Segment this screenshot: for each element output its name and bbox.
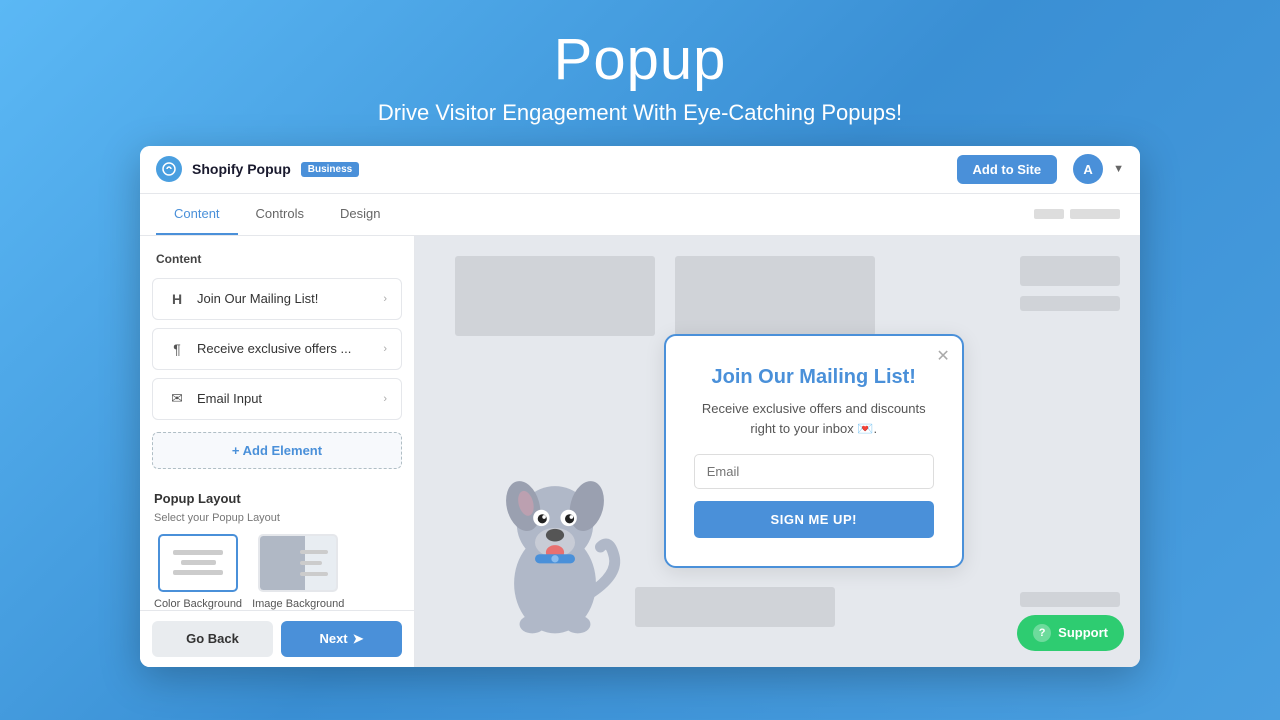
- image-preview-lines: [300, 550, 328, 576]
- heading-icon: H: [167, 289, 187, 309]
- layout-options: Color Background Image Backgroun: [154, 534, 400, 610]
- popup-layout-section: Popup Layout Select your Popup Layout Co…: [140, 477, 414, 610]
- popup-email-input[interactable]: [694, 454, 934, 489]
- bg-block-6: [635, 587, 835, 627]
- app-logo: [156, 156, 182, 182]
- hero-section: Popup Drive Visitor Engagement With Eye-…: [378, 0, 902, 146]
- popup-title: Join Our Mailing List!: [694, 366, 934, 389]
- add-element-button[interactable]: + Add Element: [152, 432, 402, 469]
- content-item-title-label: Join Our Mailing List!: [197, 291, 373, 306]
- sidebar-bottom-buttons: Go Back Next ➤: [140, 610, 414, 667]
- preview-line-3: [173, 570, 223, 575]
- content-item-title[interactable]: H Join Our Mailing List! ›: [152, 278, 402, 320]
- app-name: Shopify Popup: [192, 161, 291, 177]
- next-label: Next: [319, 631, 347, 646]
- popup-submit-button[interactable]: SIGN ME UP!: [694, 501, 934, 538]
- preview-line-2: [181, 560, 216, 565]
- bg-block-5: [1020, 592, 1120, 607]
- email-icon: ✉: [167, 389, 187, 409]
- sidebar: Content H Join Our Mailing List! › ¶ Rec…: [140, 236, 415, 667]
- image-background-label: Image Background: [252, 598, 344, 610]
- color-background-label: Color Background: [154, 598, 242, 610]
- tab-controls[interactable]: Controls: [238, 194, 322, 235]
- account-chevron-icon[interactable]: ▼: [1113, 163, 1124, 175]
- tabs-bar: Content Controls Design: [140, 194, 1140, 236]
- popup-modal: ✕ Join Our Mailing List! Receive exclusi…: [664, 334, 964, 568]
- hero-subtitle: Drive Visitor Engagement With Eye-Catchi…: [378, 100, 902, 126]
- content-item-email-chevron: ›: [383, 393, 387, 405]
- popup-close-button[interactable]: ✕: [936, 346, 949, 366]
- layout-option-color[interactable]: Color Background: [154, 534, 242, 610]
- dog-illustration: [475, 447, 635, 647]
- popup-layout-subtitle: Select your Popup Layout: [154, 512, 400, 524]
- image-background-preview: [258, 534, 338, 592]
- preview-line-1: [173, 550, 223, 555]
- content-item-chevron: ›: [383, 293, 387, 305]
- go-back-button[interactable]: Go Back: [152, 621, 273, 657]
- next-button[interactable]: Next ➤: [281, 621, 402, 657]
- content-item-text-label: Receive exclusive offers ...: [197, 341, 373, 356]
- paragraph-icon: ¶: [167, 339, 187, 359]
- content-item-email[interactable]: ✉ Email Input ›: [152, 378, 402, 420]
- bg-block-1: [455, 256, 655, 336]
- app-window: Shopify Popup Business Add to Site A ▼ C…: [140, 146, 1140, 667]
- popup-layout-title: Popup Layout: [154, 491, 400, 506]
- content-item-email-label: Email Input: [197, 391, 373, 406]
- tab-content[interactable]: Content: [156, 194, 238, 235]
- avatar[interactable]: A: [1073, 154, 1103, 184]
- content-section-title: Content: [140, 236, 414, 274]
- content-item-text-chevron: ›: [383, 343, 387, 355]
- resize-handles: [1034, 194, 1124, 235]
- hero-title: Popup: [378, 28, 902, 92]
- color-background-preview: [158, 534, 238, 592]
- support-icon: ?: [1033, 624, 1051, 642]
- popup-description: Receive exclusive offers and discounts r…: [694, 399, 934, 438]
- topbar: Shopify Popup Business Add to Site A ▼: [140, 146, 1140, 194]
- bg-block-3: [1020, 256, 1120, 286]
- main-layout: Content H Join Our Mailing List! › ¶ Rec…: [140, 236, 1140, 667]
- layout-option-image[interactable]: Image Background: [252, 534, 344, 610]
- tab-design[interactable]: Design: [322, 194, 398, 235]
- content-item-text[interactable]: ¶ Receive exclusive offers ... ›: [152, 328, 402, 370]
- add-to-site-button[interactable]: Add to Site: [957, 155, 1058, 184]
- support-label: Support: [1058, 625, 1108, 640]
- support-button[interactable]: ? Support: [1017, 615, 1124, 651]
- bg-block-2: [675, 256, 875, 336]
- preview-area: ✕ Join Our Mailing List! Receive exclusi…: [415, 236, 1140, 667]
- resize-handle-small: [1034, 209, 1064, 219]
- business-badge: Business: [301, 162, 359, 177]
- next-arrow-icon: ➤: [353, 631, 364, 647]
- bg-block-4: [1020, 296, 1120, 311]
- resize-handle-large: [1070, 209, 1120, 219]
